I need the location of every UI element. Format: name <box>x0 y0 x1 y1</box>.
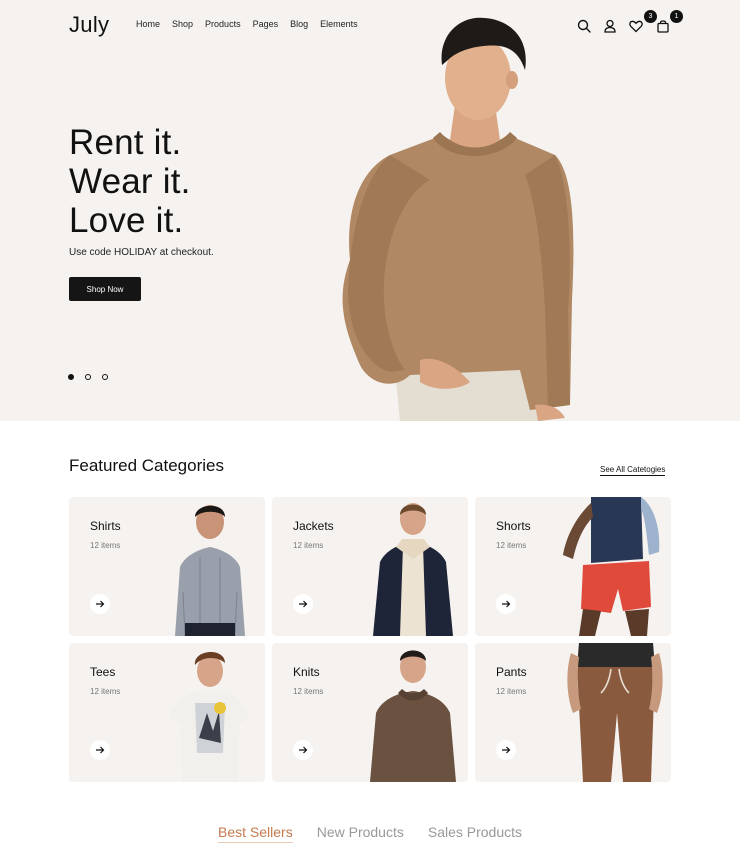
arrow-right-icon <box>502 600 511 608</box>
category-name: Pants <box>496 665 527 679</box>
shop-now-button[interactable]: Shop Now <box>69 277 141 301</box>
tees-model-image <box>170 651 249 782</box>
category-arrow-button[interactable] <box>293 594 313 614</box>
nav-blog[interactable]: Blog <box>290 19 308 29</box>
nav-pages[interactable]: Pages <box>253 19 279 29</box>
arrow-right-icon <box>299 600 308 608</box>
category-arrow-button[interactable] <box>90 740 110 760</box>
category-arrow-button[interactable] <box>496 740 516 760</box>
category-count: 12 items <box>293 687 324 696</box>
category-count: 12 items <box>90 687 121 696</box>
product-tabs: Best Sellers New Products Sales Products <box>218 824 522 843</box>
category-name: Tees <box>90 665 116 679</box>
category-card-knits[interactable]: Knits 12 items <box>272 643 468 782</box>
slider-dot-3[interactable] <box>102 374 108 380</box>
arrow-right-icon <box>502 746 511 754</box>
hero-line-3: Love it. <box>69 201 184 240</box>
featured-categories-title: Featured Categories <box>69 456 224 475</box>
hero-banner: July Home Shop Products Pages Blog Eleme… <box>0 0 740 421</box>
tab-best-sellers[interactable]: Best Sellers <box>218 824 293 843</box>
cart-bag-icon[interactable] <box>655 18 671 34</box>
category-card-tees[interactable]: Tees 12 items <box>69 643 265 782</box>
cart-count-badge: 1 <box>670 10 683 23</box>
category-name: Knits <box>293 665 320 679</box>
category-count: 12 items <box>496 687 527 696</box>
hero-line-2: Wear it. <box>69 162 191 201</box>
hero-headline: Rent it. Wear it. Love it. <box>69 123 191 240</box>
jackets-model-image <box>373 503 453 636</box>
category-name: Shorts <box>496 519 531 533</box>
shirts-model-image <box>175 505 245 636</box>
arrow-right-icon <box>96 600 105 608</box>
see-all-categories-link[interactable]: See All Catetogies <box>600 465 666 476</box>
category-card-shorts[interactable]: Shorts 12 items <box>475 497 671 636</box>
category-arrow-button[interactable] <box>496 594 516 614</box>
category-arrow-button[interactable] <box>90 594 110 614</box>
hero-model-image <box>342 17 574 421</box>
logo[interactable]: July <box>69 12 109 38</box>
nav-products[interactable]: Products <box>205 19 241 29</box>
shorts-model-image <box>563 497 660 636</box>
slider-dot-2[interactable] <box>85 374 91 380</box>
category-card-shirts[interactable]: Shirts 12 items <box>69 497 265 636</box>
category-name: Jackets <box>293 519 334 533</box>
nav-shop[interactable]: Shop <box>172 19 193 29</box>
category-count: 12 items <box>293 541 324 550</box>
tab-sales-products[interactable]: Sales Products <box>428 824 522 843</box>
account-icon[interactable] <box>602 18 618 34</box>
category-count: 12 items <box>496 541 527 550</box>
tab-new-products[interactable]: New Products <box>317 824 404 843</box>
hero-line-1: Rent it. <box>69 123 182 162</box>
category-card-jackets[interactable]: Jackets 12 items <box>272 497 468 636</box>
arrow-right-icon <box>96 746 105 754</box>
wishlist-heart-icon[interactable] <box>628 18 644 34</box>
hero-subline: Use code HOLIDAY at checkout. <box>69 247 214 258</box>
category-count: 12 items <box>90 541 121 550</box>
knits-model-image <box>370 650 456 782</box>
pants-model-image <box>567 643 663 782</box>
category-arrow-button[interactable] <box>293 740 313 760</box>
slider-dot-1[interactable] <box>68 374 74 380</box>
category-name: Shirts <box>90 519 121 533</box>
nav-home[interactable]: Home <box>136 19 160 29</box>
slider-dots <box>68 374 108 380</box>
arrow-right-icon <box>299 746 308 754</box>
category-card-pants[interactable]: Pants 12 items <box>475 643 671 782</box>
